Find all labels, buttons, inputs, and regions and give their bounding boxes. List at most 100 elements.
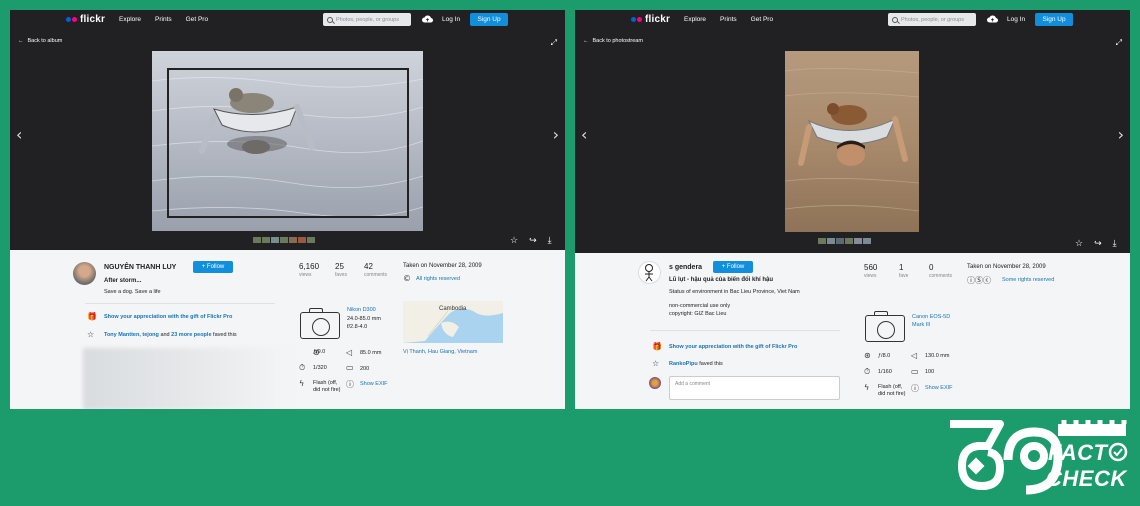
copyright-icon: © [403,274,411,283]
login-link[interactable]: Log In [442,16,460,23]
photo-info: NGUYÊN THANH LUY + Follow After storm...… [10,250,565,409]
faved-tail: faved this [213,332,237,338]
shutter-icon: ⏱ [864,367,871,376]
share-icon[interactable]: ↪ [529,235,537,246]
logo-text: flickr [645,14,671,25]
photo-note-copyright: copyright: GIZ Bac Lieu [669,311,727,317]
nav-explore[interactable]: Explore [119,16,141,23]
location-map[interactable]: Cambodia [403,301,503,343]
search-placeholder: Photos, people, or groups [901,16,964,23]
creative-commons-icons: ⓘⓈⓒ [967,276,991,285]
nav-explore[interactable]: Explore [684,16,706,23]
camera-model-link[interactable]: Canon EOS-5D [912,314,950,320]
camera-mark-link[interactable]: Mark III [912,322,930,328]
nav-get-pro[interactable]: Get Pro [751,16,773,23]
exif-iso: 100 [925,369,935,375]
focal-length-icon: ◁ [911,351,918,360]
photo-note-license: non-commercial use only [669,303,731,309]
license-link[interactable]: Some rights reserved [1002,277,1054,283]
flickr-logo[interactable]: flickr [631,14,670,25]
search-placeholder: Photos, people, or groups [336,16,399,23]
signup-button[interactable]: Sign Up [1035,13,1073,26]
download-icon[interactable]: ⤓ [548,235,552,246]
fact-check-logo: FACT CHECK [948,420,1130,498]
star-favorite-icon[interactable]: ☆ [510,235,518,246]
star-favorite-icon[interactable]: ☆ [1075,238,1083,249]
camera-model-link[interactable]: Nikon D300 [347,307,376,313]
gift-icon: 🎁 [652,342,662,351]
login-link[interactable]: Log In [1007,16,1025,23]
photostream-thumbnails[interactable] [253,237,315,243]
blurred-region [83,348,293,409]
previous-arrow-icon[interactable]: ‹ [581,125,587,144]
license-link[interactable]: All rights reserved [416,276,460,282]
faved-names-link[interactable]: Tony Mantten, tejong [104,332,159,338]
author-avatar[interactable] [73,262,96,285]
next-arrow-icon[interactable]: › [553,125,559,144]
back-arrow-icon: ← [583,38,589,44]
exif-info-icon: ⓘ [911,384,919,393]
lens-range: 24.0-85.0 mm [347,316,381,322]
flickr-logo[interactable]: flickr [66,14,105,25]
location-link[interactable]: Vị Thanh, Hau Giang, Vietnam [403,349,477,355]
top-navigation: flickr Explore Prints Get Pro Photos, pe… [575,10,1130,30]
author-avatar[interactable] [638,261,661,284]
comments-count: 0 [929,263,934,272]
nav-get-pro[interactable]: Get Pro [186,16,208,23]
iso-icon: ▭ [346,363,354,372]
exif-shutter: 1/320 [313,365,327,371]
follow-button[interactable]: + Follow [713,261,753,273]
main-photo [785,51,919,232]
search-icon [892,16,898,23]
next-arrow-icon[interactable]: › [1118,125,1124,144]
brand-check: CHECK [1046,466,1127,491]
faves-label: fave [899,273,909,279]
aperture-icon: ⊛ [864,351,871,360]
previous-arrow-icon[interactable]: ‹ [16,125,22,144]
nav-prints[interactable]: Prints [155,16,172,23]
faved-tail: faved this [699,361,723,367]
exif-fstop: ƒ/9.0 [313,349,326,355]
views-count: 6,160 [299,262,320,271]
download-icon[interactable]: ⤓ [1113,238,1117,249]
fullscreen-icon[interactable]: ⤢ [551,38,557,48]
flash-icon: ϟ [299,379,305,388]
search-input[interactable]: Photos, people, or groups [888,13,976,26]
faved-more-link[interactable]: 23 more people [171,332,211,338]
photo-description: Save a dog. Save a life [104,289,161,295]
upload-cloud-icon[interactable] [987,15,998,23]
nav-prints[interactable]: Prints [720,16,737,23]
star-icon: ☆ [87,330,95,339]
fullscreen-icon[interactable]: ⤢ [1116,38,1122,48]
camera-icon [300,308,340,339]
share-icon[interactable]: ↪ [1094,238,1102,249]
faves-count: 1 [899,263,904,272]
pro-appreciation-link[interactable]: Show your appreciation with the gift of … [104,314,232,320]
taken-date: Taken on November 28, 2009 [403,263,482,269]
faved-names-link[interactable]: RankoPipu [669,361,698,367]
back-to-album-link[interactable]: ← Back to album [18,38,62,44]
right-screenshot-panel: flickr Explore Prints Get Pro Photos, pe… [575,10,1130,409]
search-input[interactable]: Photos, people, or groups [323,13,411,26]
pro-appreciation-link[interactable]: Show your appreciation with the gift of … [669,344,797,350]
show-exif-link[interactable]: Show EXIF [925,385,953,391]
upload-cloud-icon[interactable] [422,15,433,23]
shutter-icon: ⏱ [299,363,306,372]
photostream-thumbnails[interactable] [818,238,871,244]
gift-icon: 🎁 [87,312,97,321]
author-name[interactable]: NGUYÊN THANH LUY [104,264,176,271]
camera-icon [865,311,905,342]
add-comment-input[interactable]: Add a comment [669,376,840,400]
faves-label: faves [335,272,347,278]
author-name[interactable]: s gendera [669,264,702,271]
views-label: views [864,273,877,279]
taken-date: Taken on November 28, 2009 [967,264,1046,270]
follow-button[interactable]: + Follow [193,261,233,273]
photo-title: Lũ lụt - hậu quả của biến đổi khí hậu [669,277,774,283]
back-arrow-icon: ← [18,38,24,44]
back-to-photostream-link[interactable]: ← Back to photostream [583,38,643,44]
comment-placeholder: Add a comment [675,381,711,387]
signup-button[interactable]: Sign Up [470,13,508,26]
show-exif-link[interactable]: Show EXIF [360,381,388,387]
search-icon [327,16,333,23]
